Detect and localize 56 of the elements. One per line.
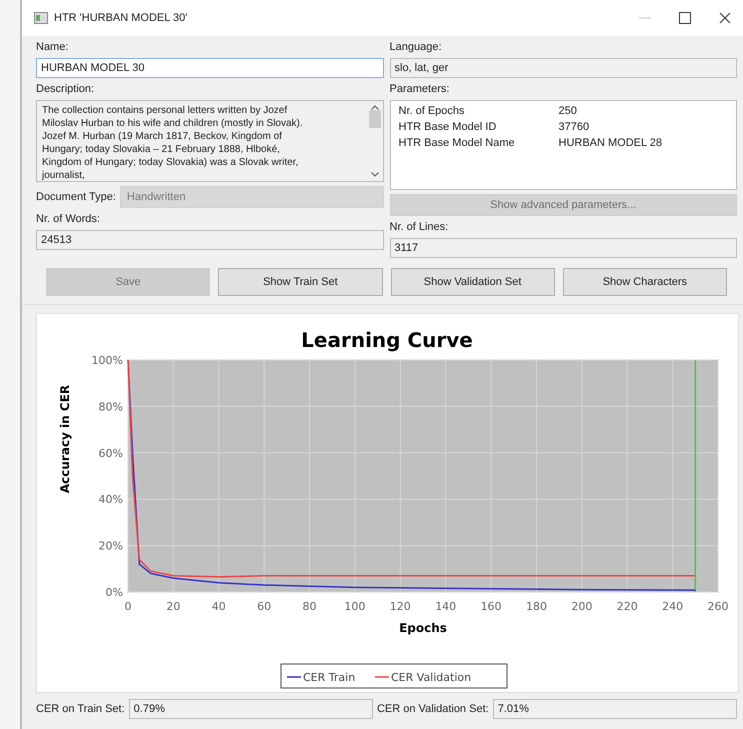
y-tick-label: 60%	[98, 446, 123, 460]
field-label: Parameters:	[390, 82, 450, 96]
lines-field[interactable]: 3117	[390, 238, 737, 258]
x-tick-label: 140	[435, 600, 456, 613]
y-tick-label: 40%	[98, 493, 123, 506]
field-label: Name:	[36, 40, 70, 54]
window-title: HTR 'HURBAN MODEL 30'	[54, 12, 188, 24]
field-label: Language:	[390, 40, 442, 54]
x-tick-label: 0	[124, 600, 132, 613]
x-axis-title: Epochs	[399, 621, 447, 635]
x-tick-label: 180	[526, 600, 547, 613]
words-field[interactable]: 24513	[36, 230, 384, 250]
parameter-name: HTR Base Model ID	[398, 121, 498, 133]
x-tick-label: 220	[616, 600, 638, 613]
x-tick-label: 240	[662, 600, 684, 613]
parameter-name: Nr. of Epochs	[398, 105, 466, 117]
legend-label: CER Validation	[391, 671, 472, 684]
language-field[interactable]: slo, lat, ger	[390, 58, 737, 78]
action-button[interactable]: Show Characters	[562, 268, 727, 296]
x-tick-label: 120	[390, 600, 411, 613]
app-icon	[34, 12, 48, 24]
x-tick-label: 200	[571, 600, 592, 613]
scroll-up-icon[interactable]	[370, 105, 378, 110]
parameter-value: 37760	[558, 121, 590, 133]
y-tick-label: 100%	[92, 354, 123, 367]
status-field[interactable]: 7.01%	[492, 699, 738, 719]
y-tick-label: 80%	[98, 400, 123, 414]
status-label: CER on Train Set:	[36, 703, 125, 715]
status-field[interactable]: 0.79%	[128, 699, 373, 719]
maximize-icon[interactable]	[679, 12, 691, 24]
status-label: CER on Validation Set:	[376, 703, 489, 715]
legend-label: CER Train	[303, 671, 356, 684]
close-icon[interactable]	[719, 12, 731, 24]
x-tick-label: 260	[708, 600, 728, 613]
y-axis-title: Accuracy in CER	[58, 384, 72, 494]
x-tick-label: 20	[166, 600, 180, 613]
field-label: Nr. of Words:	[36, 212, 101, 226]
action-button[interactable]: Show Train Set	[218, 268, 382, 296]
field-label: Description:	[36, 82, 96, 96]
parameter-value: 250	[558, 105, 578, 117]
x-tick-label: 100	[344, 600, 366, 613]
x-tick-label: 80	[302, 600, 317, 613]
action-button[interactable]: Show Validation Set	[390, 268, 555, 296]
x-tick-label: 40	[212, 600, 226, 613]
name-field[interactable]: HURBAN MODEL 30	[36, 58, 384, 78]
y-tick-label: 0%	[106, 586, 123, 599]
parameter-value: HURBAN MODEL 28	[558, 137, 664, 149]
scrollbar-thumb[interactable]	[368, 110, 380, 128]
x-tick-label: 60	[257, 600, 272, 613]
field-label: Document Type:	[36, 190, 116, 204]
parameter-name: HTR Base Model Name	[398, 137, 516, 149]
field-label: Nr. of Lines:	[390, 220, 450, 234]
y-tick-label: 20%	[98, 540, 123, 553]
scroll-down-icon[interactable]	[370, 172, 378, 177]
x-tick-label: 160	[480, 600, 502, 613]
chart-title: Learning Curve	[301, 328, 473, 352]
